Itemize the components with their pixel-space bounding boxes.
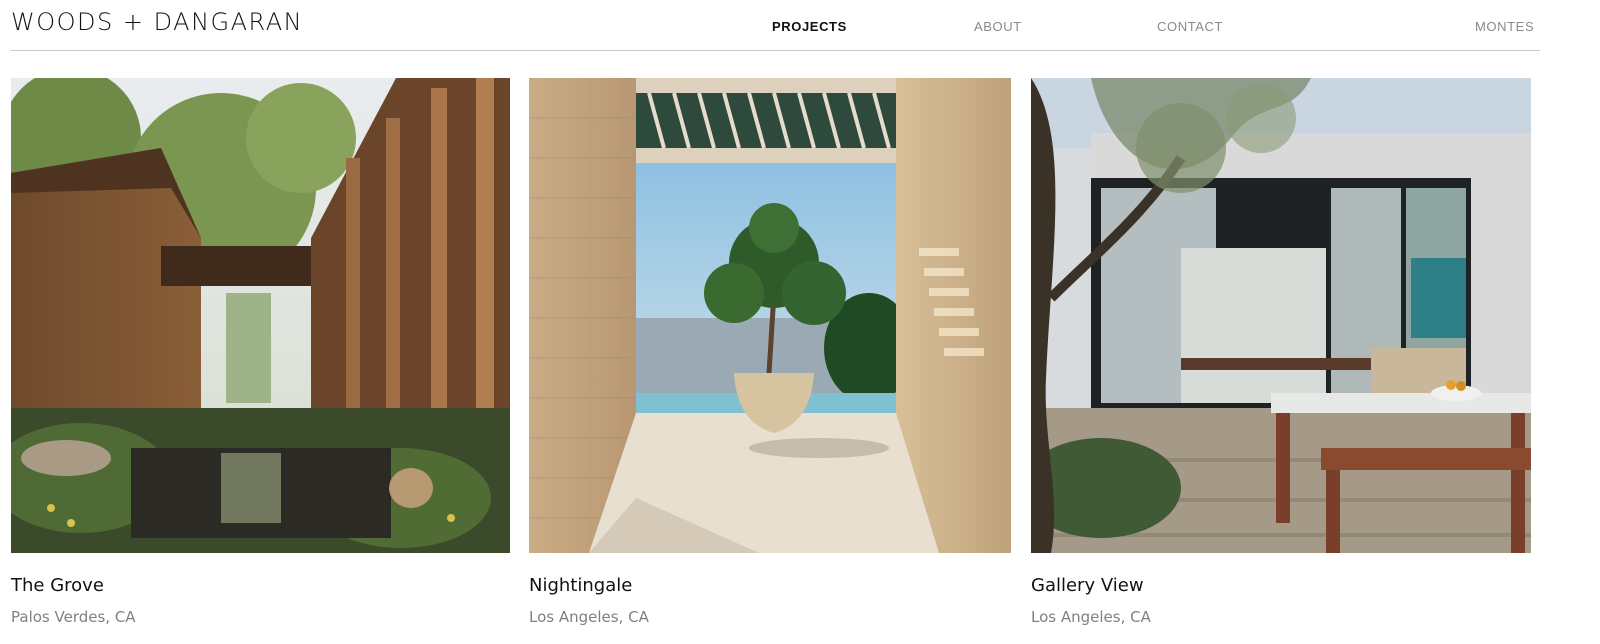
project-card-nightingale[interactable]: Nightingale Los Angeles, CA <box>529 78 1011 626</box>
project-photo-nightingale[interactable] <box>529 78 1011 553</box>
site-header: WOODS + DANGARAN PROJECTS ABOUT CONTACT … <box>11 0 1540 51</box>
nav-about[interactable]: ABOUT <box>974 19 1022 34</box>
project-title[interactable]: The Grove <box>11 575 510 596</box>
gallery-view-image <box>1031 78 1531 553</box>
project-location: Los Angeles, CA <box>529 608 649 626</box>
nav-projects[interactable]: PROJECTS <box>772 19 847 34</box>
project-location: Palos Verdes, CA <box>11 608 136 626</box>
nav-montes[interactable]: MONTES <box>1475 19 1534 34</box>
project-card-gallery-view[interactable]: Gallery View Los Angeles, CA <box>1031 78 1531 626</box>
site-logo[interactable]: WOODS + DANGARAN <box>11 8 303 36</box>
project-photo-the-grove[interactable] <box>11 78 510 553</box>
project-card-the-grove[interactable]: The Grove Palos Verdes, CA <box>11 78 510 626</box>
project-title[interactable]: Gallery View <box>1031 575 1531 596</box>
the-grove-image <box>11 78 510 553</box>
nightingale-image <box>529 78 1011 553</box>
project-photo-gallery-view[interactable] <box>1031 78 1531 553</box>
project-title[interactable]: Nightingale <box>529 575 1011 596</box>
nav-contact[interactable]: CONTACT <box>1157 19 1223 34</box>
project-location: Los Angeles, CA <box>1031 608 1151 626</box>
